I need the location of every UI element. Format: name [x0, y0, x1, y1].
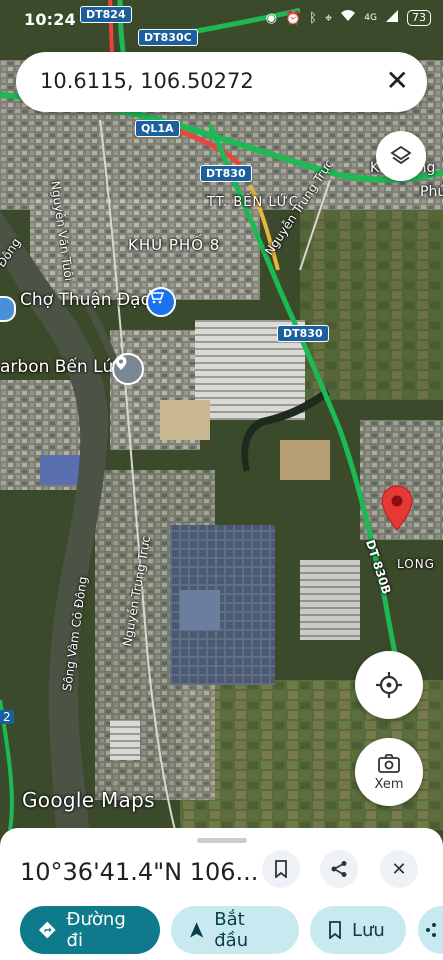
bookmark-icon: [329, 921, 341, 939]
search-bar[interactable]: 10.6115, 106.50272 ✕: [16, 52, 427, 112]
start-button[interactable]: Bắt đầu: [171, 906, 299, 954]
bookmark-icon: [275, 860, 287, 878]
status-time: 10:24: [24, 10, 76, 29]
road-label-edge: 2: [0, 710, 14, 724]
directions-button[interactable]: Đường đi: [20, 906, 160, 954]
area-label-phu: Phú: [420, 184, 443, 200]
alarm-icon: ⏰: [284, 10, 302, 26]
satellite-map[interactable]: DT824 DT830C QL1A DT830 DT830 DT 830B TT…: [0, 0, 443, 960]
road-label-ql1a: QL1A: [135, 120, 180, 137]
map-imagery: [0, 0, 443, 960]
shopping-cart-icon[interactable]: [146, 287, 176, 317]
battery-indicator: 73: [407, 10, 431, 26]
bluetooth-icon: ᛒ: [309, 10, 317, 26]
close-sheet-button[interactable]: ✕: [380, 850, 418, 888]
navigation-arrow-icon: [189, 922, 204, 938]
signal-icon: [385, 10, 399, 26]
location-icon: ⌖: [324, 10, 333, 26]
town-label: TT. BẾN LỨC: [207, 195, 299, 210]
road-label-dt830-mid: DT830: [277, 325, 329, 342]
save-bookmark-button[interactable]: [262, 850, 300, 888]
view-button[interactable]: Xem: [355, 738, 423, 806]
share-icon: [425, 923, 436, 937]
place-label-market[interactable]: Chợ Thuận Đạo: [20, 290, 151, 310]
place-label-carbon[interactable]: arbon Bến Lức: [0, 357, 123, 377]
search-query[interactable]: 10.6115, 106.50272: [40, 69, 254, 93]
my-location-button[interactable]: [355, 651, 423, 719]
view-button-label: Xem: [374, 776, 404, 792]
close-icon: ✕: [391, 858, 407, 880]
wifi-icon: [340, 10, 356, 26]
layers-icon: [390, 145, 412, 165]
road-label-dt830-north: DT830: [200, 165, 252, 182]
share-button[interactable]: [320, 850, 358, 888]
close-icon[interactable]: ✕: [386, 66, 409, 96]
share-icon: [331, 861, 347, 877]
area-label-long: LONG: [397, 557, 435, 571]
share-chip-partial[interactable]: [418, 906, 443, 954]
bottom-sheet[interactable]: 10°36'41.4"N 106... ✕ Đường đi Bắt đầu L…: [0, 828, 443, 960]
drag-handle[interactable]: [197, 838, 247, 843]
eye-icon: ◉: [265, 10, 277, 26]
location-pin-icon[interactable]: [112, 353, 144, 385]
google-maps-watermark: Google Maps: [22, 788, 155, 812]
layers-button[interactable]: [376, 131, 426, 181]
start-label: Bắt đầu: [214, 909, 249, 951]
crosshair-icon: [376, 672, 402, 698]
directions-icon: [38, 921, 56, 939]
save-button[interactable]: Lưu: [310, 906, 406, 954]
save-label: Lưu: [352, 919, 385, 941]
status-bar: 10:24 ◉ ⏰ ᛒ ⌖ 4G 73: [0, 0, 443, 40]
coordinates-title: 10°36'41.4"N 106...: [20, 858, 259, 886]
camera-icon: [378, 753, 400, 773]
directions-label: Đường đi: [66, 909, 126, 951]
status-icons: ◉ ⏰ ᛒ ⌖ 4G 73: [266, 10, 431, 26]
network-type: 4G: [364, 13, 377, 23]
district-label: KHU PHỐ 8: [128, 236, 221, 254]
